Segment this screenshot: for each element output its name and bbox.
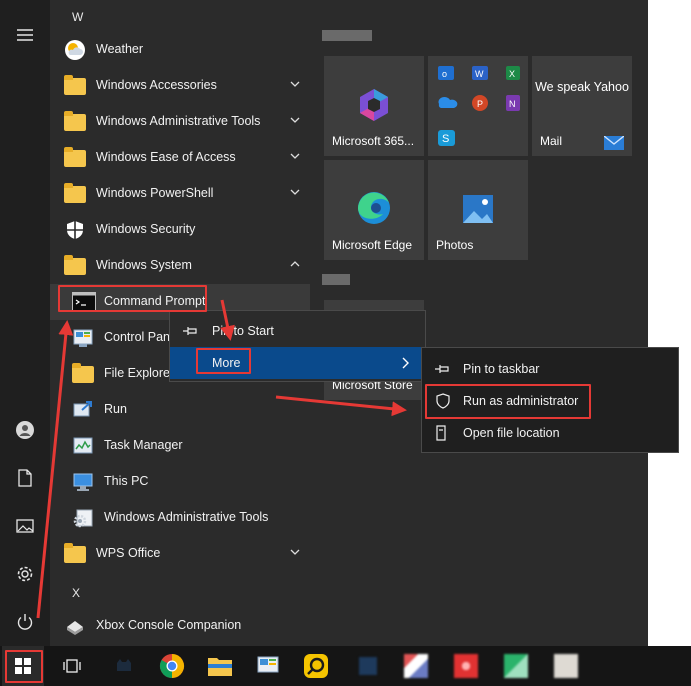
task-view-icon bbox=[63, 658, 81, 674]
blurred-app-icon bbox=[554, 654, 578, 678]
taskbar-app-7[interactable] bbox=[494, 646, 538, 686]
blurred-app-icon bbox=[454, 654, 478, 678]
blurred-app-icon bbox=[359, 657, 377, 675]
cat-app-icon bbox=[115, 657, 133, 675]
search-app-icon bbox=[304, 654, 328, 678]
taskbar-app-6[interactable] bbox=[444, 646, 488, 686]
taskbar-app-2[interactable] bbox=[246, 646, 290, 686]
taskbar-app-1[interactable] bbox=[102, 646, 146, 686]
arrow-start-to-command-prompt bbox=[36, 320, 74, 619]
blurred-app-icon bbox=[404, 654, 428, 678]
control-panel-icon bbox=[257, 656, 279, 676]
chrome-icon bbox=[159, 653, 185, 679]
taskbar-app-4[interactable] bbox=[346, 646, 390, 686]
task-view-button[interactable] bbox=[50, 646, 94, 686]
file-explorer-icon bbox=[208, 656, 232, 676]
taskbar-chrome[interactable] bbox=[150, 646, 194, 686]
taskbar-app-5[interactable] bbox=[394, 646, 438, 686]
taskbar-app-3[interactable] bbox=[294, 646, 338, 686]
annotation-arrows bbox=[36, 299, 407, 619]
arrow-more-to-run-as-admin bbox=[275, 395, 407, 417]
taskbar-app-8[interactable] bbox=[544, 646, 588, 686]
highlight-start-button bbox=[5, 650, 43, 683]
taskbar-file-explorer[interactable] bbox=[198, 646, 242, 686]
arrow-command-prompt-to-more bbox=[220, 299, 235, 341]
blurred-app-icon bbox=[504, 654, 528, 678]
taskbar bbox=[0, 646, 691, 686]
